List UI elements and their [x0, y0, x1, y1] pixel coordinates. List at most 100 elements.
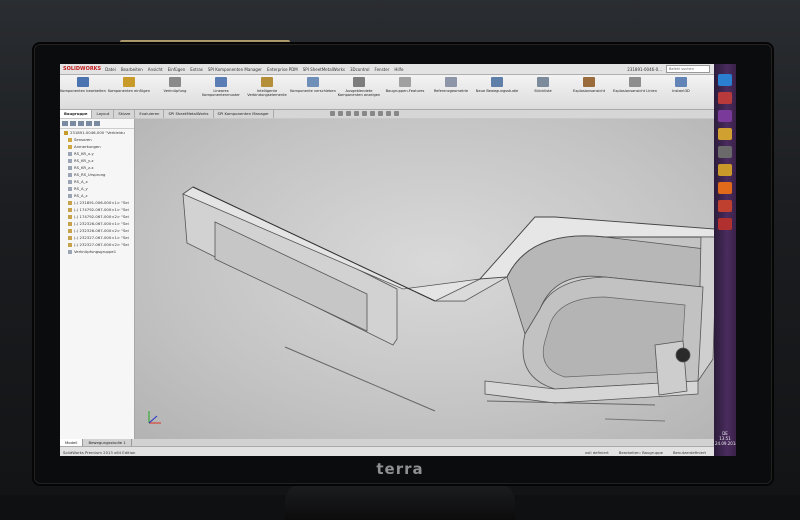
ribbon-command[interactable]: Baugruppen-Features [382, 75, 428, 109]
tree-item-label: (-) 174792-067-000<1> "Sei [74, 207, 129, 212]
tree-item[interactable]: Verknüpfungsgruppe1 [60, 248, 134, 255]
monitor-screen: SOLIDWORKS Datei Bearbeiten Ansicht Einfüge… [60, 64, 736, 456]
ribbon-command[interactable]: Neue Bewegungsstudie [474, 75, 520, 109]
ribbon-command-label: Explosionsansicht [572, 89, 606, 93]
ribbon-command[interactable]: Explosionsansicht [566, 75, 612, 109]
tree-item[interactable]: RS_A_x [60, 178, 134, 185]
tree-item[interactable]: (-) 174792-067-000<1> "Sei [60, 206, 134, 213]
ribbon-command[interactable]: Verknüpfung [152, 75, 198, 109]
ribbon-command[interactable]: Explosionsansicht Linien [612, 75, 658, 109]
ribbon-command-icon [629, 77, 641, 87]
display-style-icon[interactable] [370, 111, 375, 116]
zoom-area-icon[interactable] [338, 111, 343, 116]
menu-item[interactable]: Datei [105, 67, 116, 72]
tree-item-icon [68, 173, 72, 177]
menu-item[interactable]: Enterprise PDM [267, 67, 298, 72]
tree-item[interactable]: RS_KR_y-z [60, 157, 134, 164]
menu-item[interactable]: 3Dcontrol [350, 67, 370, 72]
command-tab[interactable]: Evaluieren [135, 110, 165, 118]
ribbon-command[interactable]: Komponenten einfügen [106, 75, 152, 109]
command-tab[interactable]: SPI Komponenten Manager [214, 110, 274, 118]
solidworks-icon[interactable] [718, 92, 732, 104]
command-tab[interactable]: Skizze [114, 110, 136, 118]
settings-icon[interactable] [718, 146, 732, 158]
command-tab[interactable]: Baugruppe [60, 110, 93, 118]
dimxpert-tab-icon[interactable] [86, 121, 92, 126]
ribbon-command[interactable]: Lineares Komponentenmuster [198, 75, 244, 109]
status-units[interactable]: Benutzerdefiniert [673, 450, 706, 455]
heads-up-view-toolbar [330, 111, 399, 116]
menu-item[interactable]: Hilfe [394, 67, 403, 72]
tree-item[interactable]: RS_KR_x-y [60, 150, 134, 157]
ribbon-command[interactable]: Instant3D [658, 75, 704, 109]
tree-item[interactable]: (-) 231891-006-000<1> "Sei [60, 199, 134, 206]
ribbon-command-icon [491, 77, 503, 87]
appearance-icon[interactable] [386, 111, 391, 116]
ribbon-command[interactable]: Komponente verschieben [290, 75, 336, 109]
explorer-icon[interactable] [718, 128, 732, 140]
tree-item[interactable]: (-) 232326-067-000<1> "Sei [60, 220, 134, 227]
tree-item[interactable]: RS_KR_z-x [60, 164, 134, 171]
feature-manager-tab-icon[interactable] [62, 121, 68, 126]
configuration-manager-tab-icon[interactable] [78, 121, 84, 126]
ribbon-command-icon [261, 77, 273, 87]
menu-item[interactable]: Extras [190, 67, 203, 72]
menu-item[interactable]: Bearbeiten [121, 67, 143, 72]
ribbon-command[interactable]: Ausgeblendete Komponenten anzeigen [336, 75, 382, 109]
ribbon-command-label: Verknüpfung [163, 89, 187, 93]
ribbon-command-icon [445, 77, 457, 87]
excel-icon[interactable] [718, 182, 732, 194]
tree-item[interactable]: RS_A_z [60, 192, 134, 199]
ie-icon[interactable] [718, 74, 732, 86]
ribbon-command[interactable]: Intelligente Verbindungselemente [244, 75, 290, 109]
bottom-tab[interactable]: Modell [60, 439, 84, 446]
menu-item[interactable]: Einfügen [168, 67, 186, 72]
media-icon[interactable] [718, 218, 732, 230]
outlook-icon[interactable] [718, 200, 732, 212]
command-tab[interactable]: Layout [92, 110, 115, 118]
previous-view-icon[interactable] [346, 111, 351, 116]
tree-item[interactable]: (-) 232326-067-000<2> "Sei [60, 227, 134, 234]
tree-item-icon [68, 243, 72, 247]
graphics-area[interactable] [135, 119, 736, 439]
tree-item-label: RS_RS_Ursprung [74, 172, 106, 177]
menu-item[interactable]: Fenster [374, 67, 389, 72]
folder-icon[interactable] [718, 164, 732, 176]
view-orientation-icon[interactable] [362, 111, 367, 116]
tree-item[interactable]: 231891-0046-000 "Verkleidu [60, 129, 134, 136]
tree-item[interactable]: RS_RS_Ursprung [60, 171, 134, 178]
ribbon-command-icon [307, 77, 319, 87]
property-manager-tab-icon[interactable] [70, 121, 76, 126]
taskbar-clock[interactable]: DE 13:51 24.09.2014 [715, 431, 736, 446]
tree-item[interactable]: Anmerkungen [60, 143, 134, 150]
document-title: 231891-0046-0... [627, 66, 662, 72]
tree-item[interactable]: (-) 232327-067-000<2> "Sei [60, 241, 134, 248]
tree-item-icon [68, 236, 72, 240]
tree-item[interactable]: (-) 232327-067-000<1> "Sei [60, 234, 134, 241]
hide-show-icon[interactable] [378, 111, 383, 116]
command-tab[interactable]: SPI SheetMetalWorks [164, 110, 214, 118]
section-view-icon[interactable] [354, 111, 359, 116]
bottom-tab[interactable]: Bewegungsstudie 1 [83, 439, 132, 446]
bottom-tabs: Modell Bewegungsstudie 1 [60, 439, 736, 446]
sheet-metal-part-model[interactable] [135, 119, 736, 439]
menu-item[interactable]: Ansicht [148, 67, 163, 72]
scene-icon[interactable] [394, 111, 399, 116]
tree-panel-tabs [60, 119, 134, 129]
ribbon-command[interactable]: Stückliste [520, 75, 566, 109]
tree-item[interactable]: RS_A_y [60, 185, 134, 192]
display-manager-tab-icon[interactable] [94, 121, 100, 126]
tree-item[interactable]: Sensoren [60, 136, 134, 143]
onenote-icon[interactable] [718, 110, 732, 122]
ribbon-command[interactable]: Referenzgeometrie [428, 75, 474, 109]
menu-item[interactable]: SPI SheetMetalWorks [303, 67, 345, 72]
command-search-input[interactable]: Befehl suchen [666, 65, 710, 73]
ribbon-command[interactable]: Komponenten bearbeiten [60, 75, 106, 109]
zoom-fit-icon[interactable] [330, 111, 335, 116]
tree-item[interactable]: (-) 174792-067-000<2> "Sei [60, 213, 134, 220]
menu-item[interactable]: SPI Komponenten Manager [208, 67, 262, 72]
ribbon-command-label: Komponente verschieben [290, 89, 336, 93]
tree-item-label: Anmerkungen [74, 144, 101, 149]
tree-item-icon [68, 201, 72, 205]
tree-item-label: (-) 174792-067-000<2> "Sei [74, 214, 129, 219]
